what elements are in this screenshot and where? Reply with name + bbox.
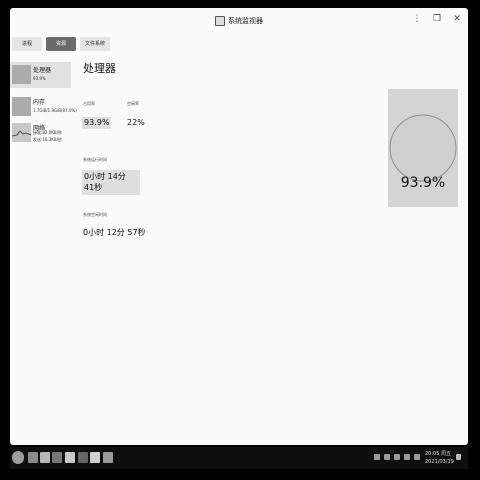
sidebar-item-label: 内存 xyxy=(33,99,46,106)
network-receive: 接收:82.0KB/秒 xyxy=(33,130,62,135)
cpu-gauge-value: 93.9% xyxy=(400,175,446,191)
cpu-gauge: 93.9% xyxy=(388,89,458,207)
network-sparkline xyxy=(11,130,32,137)
uptime-label: 系统运行时间 xyxy=(83,157,107,162)
app-store-icon[interactable] xyxy=(65,452,75,463)
uptime-value: 0小时 14分 41秒 xyxy=(82,170,140,195)
notification-icon[interactable] xyxy=(414,454,420,460)
sidebar-item-network[interactable]: 网络 接收:82.0KB/秒 发送:16.3KB/秒 xyxy=(10,120,71,146)
settings-icon[interactable] xyxy=(90,452,100,463)
clock[interactable]: 20:05 周五 2021/03/19 xyxy=(425,450,454,466)
power-icon[interactable] xyxy=(456,454,461,460)
clock-date: 2021/03/19 xyxy=(425,459,454,465)
window-title: 系统监视器 xyxy=(228,17,263,25)
keyboard-icon[interactable] xyxy=(384,454,390,460)
idle-time-label: 系统空闲时间 xyxy=(83,212,107,217)
close-icon[interactable]: ✕ xyxy=(452,14,462,24)
sidebar-item-label: 处理器 xyxy=(33,67,52,74)
usage-label: 占用率 xyxy=(83,101,95,106)
clock-time: 20:05 周五 xyxy=(425,451,451,457)
idle-time-value: 0小时 12分 57秒 xyxy=(83,228,146,237)
browser-icon[interactable] xyxy=(52,452,62,463)
sidebar-item-cpu[interactable]: 处理器 93.9% xyxy=(10,62,71,88)
usage-value: 93.9% xyxy=(82,117,112,129)
tab-bar: 进程 资源 文件系统 xyxy=(12,37,110,51)
launcher-icon[interactable] xyxy=(12,451,24,464)
tab-processes[interactable]: 进程 xyxy=(12,37,42,51)
sidebar-item-value: 1.7GiB/1.9GiB(87.0%) xyxy=(33,108,77,113)
sidebar-item-value: 93.9% xyxy=(33,76,46,81)
memory-thumbnail xyxy=(12,97,31,116)
idle-rate-label: 空闲率 xyxy=(127,101,139,106)
window-controls: ⋮ ❐ ✕ xyxy=(412,14,462,24)
sidebar-item-memory[interactable]: 内存 1.7GiB/1.9GiB(87.0%) xyxy=(10,94,77,120)
page-title: 处理器 xyxy=(83,62,116,75)
volume-icon[interactable] xyxy=(404,454,410,460)
menu-icon[interactable]: ⋮ xyxy=(412,14,422,24)
app-icon xyxy=(215,16,225,26)
terminal-icon[interactable] xyxy=(78,452,88,463)
tray-arrow-icon[interactable] xyxy=(374,454,380,460)
system-monitor-window: 系统监视器 ⋮ ❐ ✕ 进程 资源 文件系统 处理器 93.9% 内存 1.7G… xyxy=(10,8,468,445)
multitask-icon[interactable] xyxy=(28,452,38,463)
network-send: 发送:16.3KB/秒 xyxy=(33,137,62,142)
cpu-thumbnail xyxy=(12,65,31,84)
file-manager-icon[interactable] xyxy=(40,452,50,463)
restore-icon[interactable]: ❐ xyxy=(432,14,442,24)
taskbar: 20:05 周五 2021/03/19 xyxy=(10,447,468,469)
tab-filesystems[interactable]: 文件系统 xyxy=(80,37,110,51)
tab-resources[interactable]: 资源 xyxy=(46,37,76,51)
network-tray-icon[interactable] xyxy=(394,454,400,460)
idle-rate-value: 22% xyxy=(127,118,145,127)
title-bar: 系统监视器 ⋮ ❐ ✕ xyxy=(10,8,468,34)
network-thumbnail xyxy=(11,123,32,142)
resource-sidebar: 处理器 93.9% 内存 1.7GiB/1.9GiB(87.0%) 网络 接收:… xyxy=(10,62,77,152)
system-monitor-taskbar-icon[interactable] xyxy=(103,452,113,463)
